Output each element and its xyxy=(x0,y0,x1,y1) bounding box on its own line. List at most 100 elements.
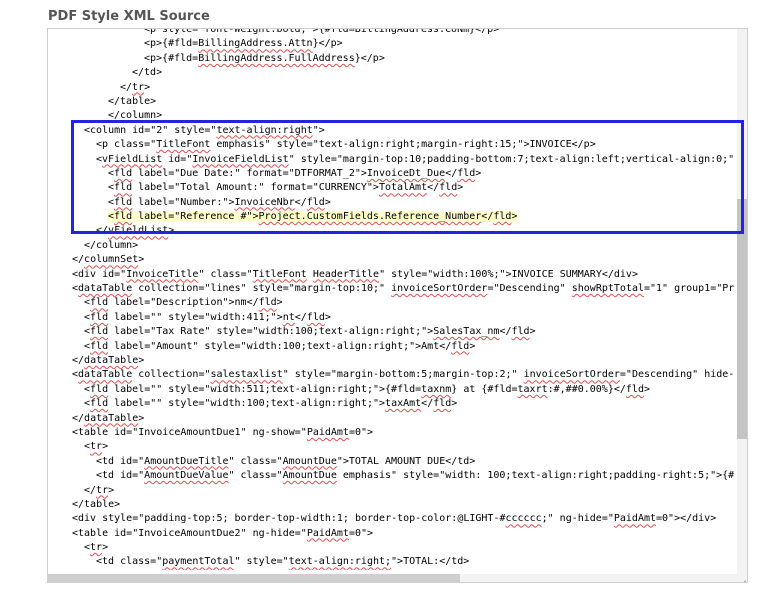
code-line[interactable]: <fld label="" style="width:100;text-alig… xyxy=(48,397,738,411)
code-line[interactable]: <fld label="Tax Rate" style="width:100;t… xyxy=(48,325,738,339)
code-line-text: </column> xyxy=(84,240,138,251)
highlight-annotation-box xyxy=(71,120,744,234)
code-line-text: <dataTable collection="salestaxlist" sty… xyxy=(72,369,734,380)
code-token: </ xyxy=(72,412,85,424)
code-line-text: </columnSet> xyxy=(72,254,144,265)
spellcheck-flagged-token: dataTable xyxy=(84,412,139,424)
section-title: PDF Style XML Source xyxy=(48,9,210,24)
spellcheck-flagged-token: fld xyxy=(433,398,452,410)
code-content[interactable]: <p style= font-Weight:bold; >{#fld=Billi… xyxy=(48,28,738,570)
code-line[interactable]: <p style= font-Weight:bold; >{#fld=Billi… xyxy=(48,28,738,37)
spellcheck-flagged-token: tr xyxy=(96,484,109,496)
code-line-text: <p style= font-Weight:bold; >{#fld=Billi… xyxy=(144,28,500,35)
code-line[interactable]: <p>{#fld=BillingAddress.FullAddress}</p> xyxy=(48,52,738,66)
code-line[interactable]: <div id="InvoiceTitle" class="TitleFont … xyxy=(48,268,738,282)
spellcheck-flagged-token: fld xyxy=(90,326,109,338)
spellcheck-flagged-token: SalesTax_nm xyxy=(433,326,500,338)
code-token: > xyxy=(138,254,145,266)
code-token: </ xyxy=(499,326,512,338)
code-token: =0"> xyxy=(348,426,374,438)
code-line[interactable]: <table id="InvoiceAmountDue1" ng-show="P… xyxy=(48,426,738,440)
spellcheck-flagged-token: fld xyxy=(90,311,109,323)
code-line[interactable]: <td id="AmountDueValue" class="AmountDue… xyxy=(48,469,738,483)
code-token: > xyxy=(138,354,145,366)
code-line[interactable]: </tr> xyxy=(48,81,738,95)
code-token: collection=" xyxy=(132,369,211,381)
code-token: <div id=" xyxy=(72,268,127,280)
code-line[interactable]: <div style="padding-top:5; border-top-wi… xyxy=(48,512,738,526)
code-token: " class=" xyxy=(228,455,283,467)
code-line[interactable]: </columnSet> xyxy=(48,253,738,267)
code-token: > xyxy=(324,311,331,323)
code-line[interactable]: <p>{#fld=BillingAddress.Attn}</p> xyxy=(48,37,738,51)
code-token: :#,##0.00%}</ xyxy=(547,383,626,395)
code-token: " style="width:100%;">INVOICE SUMMARY</d… xyxy=(379,268,638,280)
code-token: <td id=" xyxy=(96,470,145,482)
code-token: ">TOTAL AMOUNT DUE</td> xyxy=(336,455,476,467)
spellcheck-flagged-token: dataTable xyxy=(78,283,133,295)
code-line[interactable]: </table> xyxy=(48,498,738,512)
code-token: > xyxy=(138,412,145,424)
code-token: </column> xyxy=(84,239,139,251)
code-line-text: <td id="AmountDueTitle" class="AmountDue… xyxy=(96,456,475,467)
code-line[interactable]: <dataTable collection="salestaxlist" sty… xyxy=(48,368,738,382)
code-token: </ xyxy=(72,354,85,366)
code-line-text: <fld label="" style="width:511;text-alig… xyxy=(84,384,650,395)
resize-handle-icon[interactable] xyxy=(739,574,746,581)
code-line-text: <div id="InvoiceTitle" class="TitleFont … xyxy=(72,269,638,280)
spellcheck-flagged-token: dataTable xyxy=(78,369,133,381)
code-line-text: </dataTable> xyxy=(72,413,144,424)
code-line[interactable]: </column> xyxy=(48,239,738,253)
spellcheck-flagged-token: invoiceSortOrder xyxy=(391,283,488,295)
spellcheck-flagged-token: AmountDue xyxy=(282,470,337,482)
vertical-scrollbar[interactable] xyxy=(737,29,747,582)
code-line-text: </tr> xyxy=(120,82,150,93)
spellcheck-flagged-token: cccccc xyxy=(505,513,542,525)
code-line-text: <fld label="Description">nm</fld> xyxy=(84,297,283,308)
code-line-text: <table id="InvoiceAmountDue2" ng-hide="P… xyxy=(72,528,373,539)
vertical-scrollbar-thumb[interactable] xyxy=(737,199,747,439)
code-line[interactable]: </dataTable> xyxy=(48,354,738,368)
code-token: <table id="InvoiceAmountDue1" ng-show=" xyxy=(72,426,307,438)
code-token: label="" style="width:411;"> xyxy=(108,311,283,323)
spellcheck-flagged-token: AmountDueTitle xyxy=(144,455,229,467)
code-line-text: <table id="InvoiceAmountDue1" ng-show="P… xyxy=(72,427,373,438)
code-line[interactable]: </tr> xyxy=(48,484,738,498)
code-line-text: <fld label="Tax Rate" style="width:100;t… xyxy=(84,326,536,337)
xml-source-editor[interactable]: <p style= font-Weight:bold; >{#fld=Billi… xyxy=(47,28,748,583)
spellcheck-flagged-token: fld xyxy=(511,326,530,338)
horizontal-scrollbar[interactable] xyxy=(48,574,737,582)
code-token: <p style= font-Weight:bold; >{#fld=Billi… xyxy=(144,28,500,35)
code-token: " style="margin-bottom:5;margin-top:2;" xyxy=(282,369,524,381)
code-token: ">TOTAL:</td> xyxy=(391,556,470,568)
code-line[interactable]: <fld label="Amount" style="width:100;tex… xyxy=(48,340,738,354)
code-line[interactable]: <dataTable collection="lines" style="mar… xyxy=(48,282,738,296)
code-token: } at {#fld= xyxy=(451,383,518,395)
code-line[interactable]: <tr> xyxy=(48,541,738,555)
code-token: </ xyxy=(72,254,85,266)
code-line[interactable]: <fld label="Description">nm</fld> xyxy=(48,296,738,310)
code-line[interactable]: <fld label="" style="width:411;">nt</fld… xyxy=(48,311,738,325)
spellcheck-flagged-token: nt xyxy=(282,311,295,323)
code-line[interactable]: <td id="AmountDueTitle" class="AmountDue… xyxy=(48,455,738,469)
spellcheck-flagged-token: fld xyxy=(90,383,109,395)
code-token: > xyxy=(144,81,151,93)
spellcheck-flagged-token: AmountDueValue xyxy=(144,470,229,482)
code-token: > xyxy=(529,326,536,338)
code-line[interactable]: </td> xyxy=(48,66,738,80)
code-line[interactable]: <fld label="" style="width:511;text-alig… xyxy=(48,383,738,397)
code-token: label="Amount" style="width:100;text-ali… xyxy=(108,340,452,352)
spellcheck-flagged-token: TitleFont xyxy=(252,268,307,280)
code-line-text: <fld label="Amount" style="width:100;tex… xyxy=(84,341,475,352)
code-token: =0"> xyxy=(348,527,374,539)
code-line-text: </tr> xyxy=(84,485,114,496)
code-line[interactable]: <table id="InvoiceAmountDue2" ng-hide="P… xyxy=(48,527,738,541)
code-line-text: <fld label="" style="width:100;text-alig… xyxy=(84,398,457,409)
horizontal-scrollbar-thumb[interactable] xyxy=(48,574,460,582)
code-token: > xyxy=(102,542,109,554)
code-line[interactable]: <tr> xyxy=(48,440,738,454)
code-line[interactable]: </table> xyxy=(48,95,738,109)
code-line[interactable]: <td class="paymentTotal" style="text-ali… xyxy=(48,555,738,569)
code-token: > xyxy=(451,398,458,410)
code-line[interactable]: </dataTable> xyxy=(48,412,738,426)
